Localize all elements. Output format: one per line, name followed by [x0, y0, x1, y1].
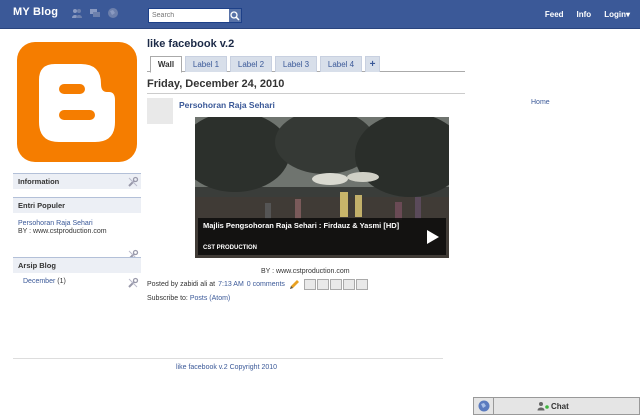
entri-populer-body: Persohoran Raja Sehari BY : www.cstprodu…	[13, 213, 141, 261]
post-footer: Posted by zabidi ali at 7:13 AM 0 commen…	[147, 279, 368, 290]
tab-add[interactable]: +	[365, 56, 380, 72]
information-box: Information	[13, 173, 141, 189]
video-channel: CST PRODUCTION	[203, 245, 257, 251]
search-box	[148, 8, 242, 23]
footer-text: like facebook v.2 Copyright 2010	[176, 364, 278, 371]
entri-link[interactable]: Persohoran Raja Sehari	[18, 220, 136, 227]
arsip-month-link[interactable]: December	[23, 278, 55, 285]
arsip-count: (1)	[57, 278, 66, 285]
arsip-blog-box: Arsip Blog December (1)	[13, 257, 141, 303]
email-icon[interactable]	[303, 279, 316, 290]
nav-login[interactable]: Login▾	[604, 10, 630, 19]
comments-link[interactable]: 0 comments	[247, 281, 285, 288]
nav-feed[interactable]: Feed	[545, 10, 564, 19]
tab-wall[interactable]: Wall	[150, 56, 182, 73]
post-time-link[interactable]: 7:13 AM	[218, 281, 244, 288]
search-input[interactable]	[149, 9, 229, 22]
posted-by-text: Posted by zabidi ali at	[147, 281, 216, 288]
share-icons	[303, 279, 368, 290]
nav-info[interactable]: Info	[577, 10, 592, 19]
information-heading: Information	[13, 173, 141, 189]
wrench-icon[interactable]	[127, 176, 139, 188]
wrench-icon[interactable]	[127, 277, 139, 289]
subscribe-line: Subscribe to: Posts (Atom)	[147, 295, 230, 302]
facebook-icon[interactable]	[342, 279, 355, 290]
arsip-item: December (1)	[23, 278, 136, 285]
chat-button[interactable]: Chat	[537, 401, 569, 411]
top-nav: Feed Info Login▾	[545, 10, 630, 19]
chat-user-icon	[537, 402, 549, 411]
tab-label-3[interactable]: Label 3	[275, 56, 317, 72]
edit-pencil-icon[interactable]	[289, 279, 300, 290]
messages-icon[interactable]	[89, 7, 101, 19]
page-title: like facebook v.2	[147, 38, 235, 50]
tab-label-2[interactable]: Label 2	[230, 56, 272, 72]
chat-bar: Chat	[473, 397, 640, 415]
video-caption: Majlis Pengsohoran Raja Sehari : Firdauz…	[198, 218, 446, 255]
footer-divider	[13, 358, 443, 359]
top-bar: MY Blog Feed Info Login▾	[0, 0, 640, 29]
date-header: Friday, December 24, 2010	[147, 78, 465, 94]
twitter-icon[interactable]	[329, 279, 342, 290]
subscribe-label: Subscribe to:	[147, 295, 188, 302]
globe-icon[interactable]	[107, 7, 119, 19]
chat-globe-icon[interactable]	[474, 398, 494, 414]
video-title[interactable]: Majlis Pengsohoran Raja Sehari : Firdauz…	[203, 221, 418, 230]
friends-icon[interactable]	[71, 7, 83, 19]
blogger-logo	[17, 42, 137, 162]
play-icon[interactable]	[423, 228, 441, 246]
arsip-blog-heading: Arsip Blog	[13, 257, 141, 273]
arsip-blog-body: December (1)	[13, 273, 141, 303]
tab-label-4[interactable]: Label 4	[320, 56, 362, 72]
top-icons	[71, 7, 119, 19]
blogthis-icon[interactable]	[316, 279, 329, 290]
subscribe-link[interactable]: Posts (Atom)	[190, 295, 230, 302]
tab-bar: Wall Label 1 Label 2 Label 3 Label 4 +	[147, 56, 465, 73]
avatar	[147, 98, 173, 124]
buzz-icon[interactable]	[355, 279, 368, 290]
home-link[interactable]: Home	[531, 99, 550, 106]
entri-populer-box: Entri Populer Persohoran Raja Sehari BY …	[13, 197, 141, 261]
search-button[interactable]	[229, 9, 241, 22]
entri-populer-heading: Entri Populer	[13, 197, 141, 213]
site-logo[interactable]: MY Blog	[13, 6, 58, 18]
entri-text: BY : www.cstproduction.com	[18, 228, 107, 235]
tab-label-1[interactable]: Label 1	[185, 56, 227, 72]
post-byline: BY : www.cstproduction.com	[261, 268, 350, 275]
post-title[interactable]: Persohoran Raja Sehari	[179, 100, 275, 110]
search-icon	[230, 11, 240, 21]
